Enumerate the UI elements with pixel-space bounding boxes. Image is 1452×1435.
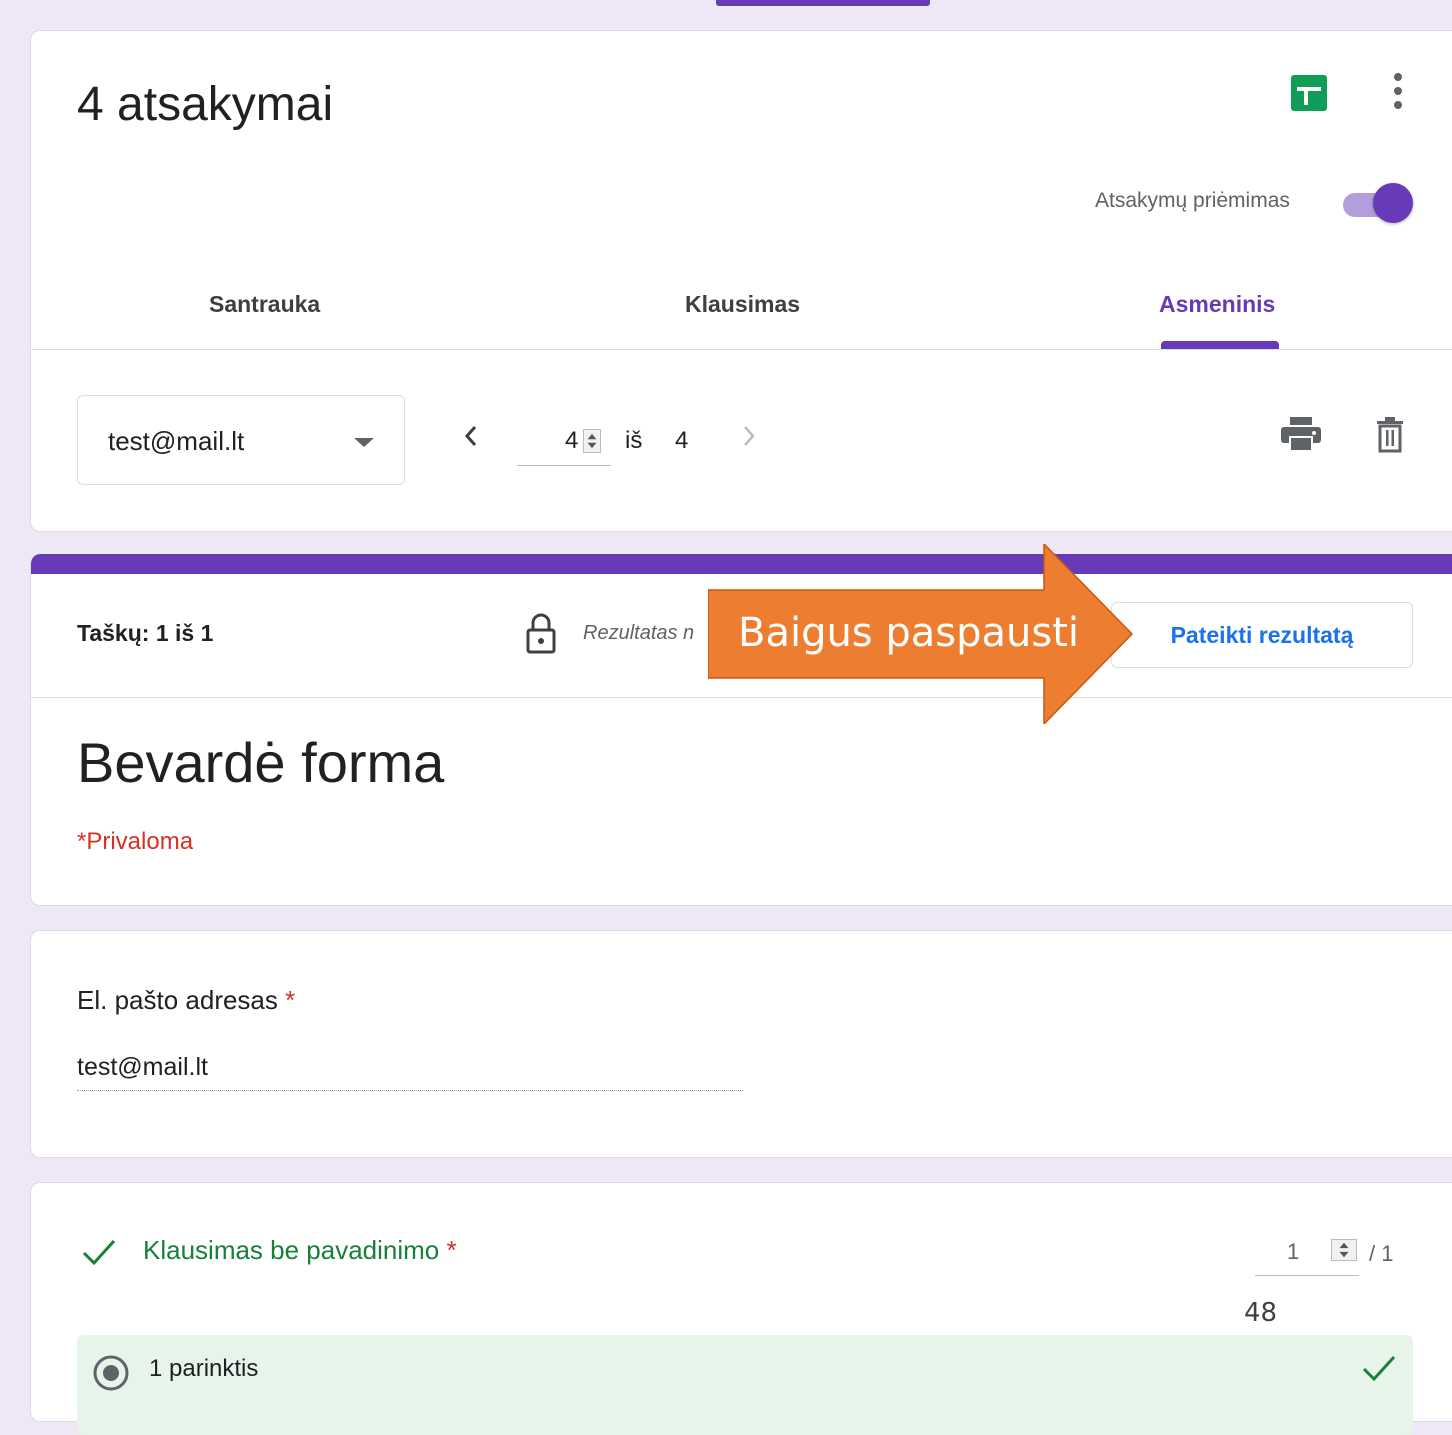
responses-tabs: Santrauka Klausimas Asmeninis xyxy=(31,271,1452,350)
radio-selected-icon xyxy=(93,1355,129,1391)
spinner-icon[interactable] xyxy=(1331,1239,1357,1261)
tab-summary[interactable]: Santrauka xyxy=(209,291,320,318)
question-text: Klausimas be pavadinimo xyxy=(143,1235,440,1265)
form-title: Bevardė forma xyxy=(77,731,445,794)
total-responses: 4 xyxy=(675,427,689,454)
answer-option: 1 parinktis xyxy=(77,1335,1413,1435)
accepting-responses-label: Atsakymų priėmimas xyxy=(1095,189,1290,212)
email-answer: test@mail.lt xyxy=(77,1053,743,1091)
caret-down-icon xyxy=(354,438,374,447)
responses-count-title: 4 atsakymai xyxy=(77,78,334,131)
more-vert-icon[interactable] xyxy=(1391,71,1405,111)
sheets-icon[interactable] xyxy=(1291,75,1327,111)
toggle-knob[interactable] xyxy=(1373,183,1413,223)
required-star: * xyxy=(446,1235,457,1265)
submit-score-button[interactable]: Pateikti rezultatą xyxy=(1111,602,1413,668)
chevron-left-icon[interactable] xyxy=(461,421,481,451)
result-note: Rezultatas n xyxy=(583,622,695,644)
callout-text: Baigus paspausti xyxy=(738,610,1079,656)
points-input[interactable]: 1 xyxy=(1255,1231,1359,1276)
required-note: *Privaloma xyxy=(77,828,194,855)
required-star: * xyxy=(285,985,296,1015)
email-question-label: El. pašto adresas * xyxy=(77,985,295,1016)
response-number-value: 4 xyxy=(565,427,579,454)
question-card: Klausimas be pavadinimo * 1 / 1 1 parink… xyxy=(30,1182,1452,1435)
points-max: / 1 xyxy=(1369,1241,1394,1266)
slide-page-number: 48 xyxy=(1244,1298,1278,1328)
score-label: Taškų: 1 iš 1 xyxy=(77,620,214,646)
spinner-icon[interactable] xyxy=(583,429,601,453)
chevron-right-icon[interactable] xyxy=(739,421,759,451)
check-icon xyxy=(82,1239,116,1266)
of-label: iš xyxy=(625,427,643,454)
points-value: 1 xyxy=(1287,1239,1300,1264)
respondent-select[interactable]: test@mail.lt xyxy=(77,395,405,485)
responses-header-card: 4 atsakymai Atsakymų priėmimas Santrauka… xyxy=(30,30,1452,532)
tab-question[interactable]: Klausimas xyxy=(685,291,800,318)
print-icon[interactable] xyxy=(1281,417,1321,453)
tab-individual[interactable]: Asmeninis xyxy=(1159,291,1275,318)
active-tab-indicator xyxy=(1161,341,1279,349)
question-label: Klausimas be pavadinimo * xyxy=(143,1235,457,1266)
respondent-select-value: test@mail.lt xyxy=(108,426,245,456)
lock-icon xyxy=(526,613,556,654)
top-tab-indicator xyxy=(716,0,930,6)
email-question-card: El. pašto adresas * test@mail.lt xyxy=(30,930,1452,1158)
response-number-input[interactable]: 4 xyxy=(517,421,611,466)
delete-icon[interactable] xyxy=(1375,417,1405,453)
email-question-text: El. pašto adresas xyxy=(77,985,278,1015)
